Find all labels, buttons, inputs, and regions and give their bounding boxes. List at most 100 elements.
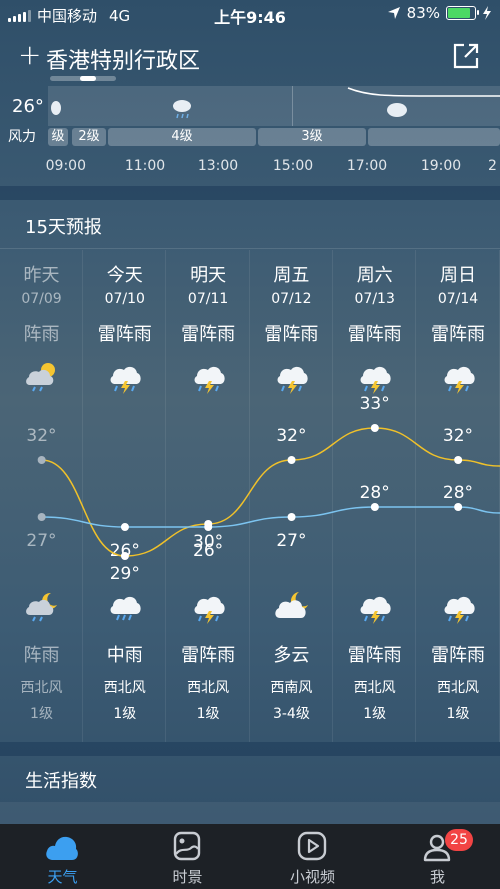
share-external-icon[interactable]	[452, 42, 480, 70]
rain-icon	[110, 596, 141, 621]
forecast-day-name: 周五	[273, 265, 310, 286]
cloud-icon	[51, 101, 61, 115]
high-temp-point	[370, 424, 379, 432]
header: + 香港特别行政区	[0, 36, 500, 80]
forecast-day-condition: 雷阵雨	[97, 324, 152, 345]
thunderstorm-icon	[194, 596, 225, 624]
low-temp-point	[120, 523, 129, 531]
high-temp-point	[287, 456, 296, 464]
thunderstorm-icon	[360, 366, 391, 394]
hour-time: 13:00	[197, 158, 239, 174]
status-right: 83%	[387, 4, 492, 22]
temperature-curve-chart	[37, 424, 500, 560]
forecast-wind-direction: 西北风	[103, 680, 146, 696]
thunderstorm-icon	[360, 596, 391, 624]
low-temp-point	[454, 503, 463, 511]
tab-short-video[interactable]: 小视频	[250, 824, 375, 889]
hour-time: 11:00	[124, 158, 166, 174]
location-arrow-icon	[387, 7, 400, 19]
low-temp-point	[37, 513, 46, 521]
tab-scene[interactable]: 时景	[125, 824, 250, 889]
wind-level-pill	[368, 128, 500, 146]
thunderstorm-icon	[110, 366, 141, 394]
forecast-day-condition: 雷阵雨	[264, 324, 319, 345]
forecast-night-condition: 中雨	[106, 645, 143, 666]
forecast-night-condition: 雷阵雨	[347, 645, 402, 666]
forecast-wind-level: 1级	[196, 706, 220, 722]
hourly-curve	[51, 87, 500, 119]
wind-level-pill: 4级	[108, 128, 256, 146]
current-temperature: 26°	[12, 96, 44, 117]
forecast-wind-direction: 西北风	[187, 680, 230, 696]
forecast-date: 07/12	[271, 291, 312, 307]
tab-label: 天气	[47, 868, 78, 886]
forecast-day-name: 周日	[440, 265, 476, 286]
forecast-high-temp: 29°	[109, 564, 140, 584]
tab-me[interactable]: 25 我	[375, 824, 500, 889]
wind-label: 风力	[8, 129, 36, 145]
hour-time: 15:00	[272, 158, 314, 174]
forecast-wind-level: 1级	[30, 706, 53, 722]
cloudy-moon-icon	[275, 592, 308, 618]
forecast-wind-direction: 西北风	[437, 680, 479, 696]
thunderstorm-icon	[277, 366, 308, 394]
high-temp-point	[454, 456, 463, 464]
forecast-wind-direction: 西北风	[353, 680, 396, 696]
forecast-date: 07/10	[104, 291, 145, 307]
high-temp-point	[37, 456, 46, 464]
hour-time: 09:00	[45, 158, 86, 174]
section-divider	[0, 742, 500, 756]
forecast-wind-level: 1级	[446, 706, 470, 722]
forecast-date: 07/09	[21, 291, 62, 307]
weather-cloud-icon	[46, 836, 78, 860]
high-temp-line	[41, 427, 500, 557]
wind-level-pill: 级	[48, 128, 68, 146]
high-temp-point	[120, 552, 129, 560]
hour-time: 19:00	[420, 158, 462, 174]
forecast-day-condition: 雷阵雨	[181, 324, 236, 345]
forecast-day-condition: 阵雨	[23, 324, 60, 345]
cloud-icon	[387, 103, 407, 117]
low-temp-point	[370, 503, 379, 511]
page-indicator	[50, 76, 116, 81]
life-index-row[interactable]	[0, 802, 500, 824]
forecast-night-condition: 雷阵雨	[181, 645, 236, 666]
forecast-day-name: 明天	[190, 265, 227, 286]
forecast-night-condition: 阵雨	[23, 645, 60, 666]
forecast-day-name: 周六	[356, 265, 393, 286]
life-index-title: 生活指数	[25, 771, 97, 792]
charging-bolt-icon	[483, 6, 491, 20]
shower-sun-icon	[26, 363, 55, 392]
forecast-night-condition: 雷阵雨	[431, 645, 485, 666]
notification-badge: 25	[445, 829, 473, 851]
add-city-button[interactable]: +	[18, 40, 41, 70]
thunderstorm-icon	[444, 596, 475, 624]
forecast-wind-level: 1级	[113, 706, 137, 722]
video-play-icon	[297, 831, 327, 861]
forecast-separator	[0, 248, 500, 249]
low-temp-point	[287, 513, 296, 521]
hourly-forecast[interactable]: 26° 风力 级 2级 4级 3级 09:00 11:00 13:00 15:0…	[0, 86, 500, 186]
battery-icon	[446, 6, 479, 20]
wind-level-pill: 2级	[72, 128, 106, 146]
tab-bar: 天气 时景 小视频 25 我	[0, 824, 500, 889]
forecast-wind-level: 3-4级	[272, 706, 310, 722]
thunderstorm-icon	[444, 366, 475, 394]
low-temp-line	[41, 506, 500, 528]
forecast-day-name: 今天	[106, 265, 143, 286]
rain-cloud-icon	[173, 100, 191, 119]
forecast-day-name: 昨天	[23, 265, 60, 286]
forecast-date: 07/11	[187, 291, 229, 307]
hour-time: 17:00	[346, 158, 388, 174]
thunderstorm-icon	[194, 366, 225, 394]
city-title[interactable]: 香港特别行政区	[46, 43, 200, 75]
forecast-date: 07/14	[437, 291, 479, 307]
forecast-wind-level: 1级	[363, 706, 387, 722]
status-bar: 中国移动 4G 上午9:46 83%	[0, 0, 500, 28]
page-indicator-active	[80, 76, 96, 81]
wind-level-pill: 3级	[258, 128, 366, 146]
forecast-title: 15天预报	[25, 217, 102, 238]
tab-label: 小视频	[289, 868, 335, 886]
forecast-wind-direction: 西北风	[20, 680, 63, 696]
tab-weather[interactable]: 天气	[0, 824, 125, 889]
